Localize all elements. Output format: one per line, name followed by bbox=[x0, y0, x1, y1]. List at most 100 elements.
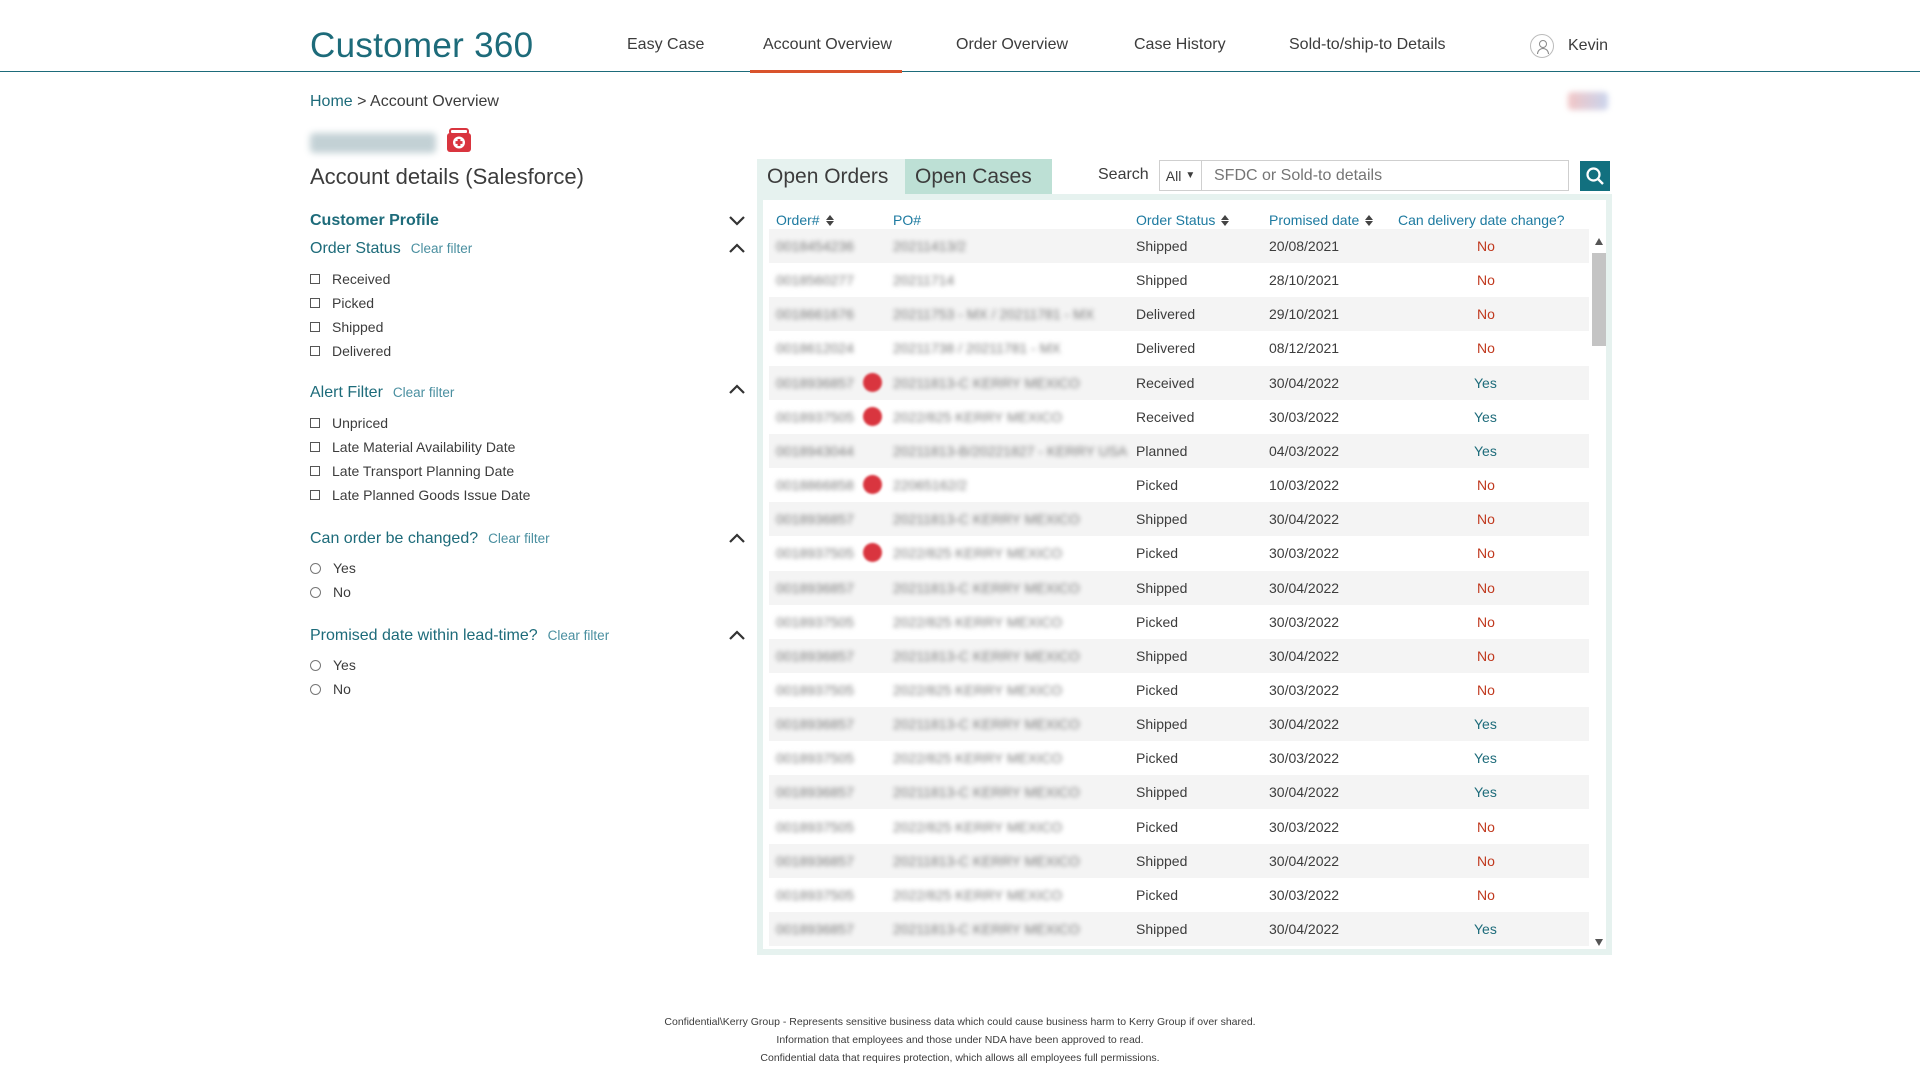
table-row[interactable]: 0018937505 2022/825 KERRY MEXICO Picked 30/… bbox=[769, 878, 1589, 912]
nav-account-overview[interactable]: Account Overview bbox=[750, 36, 902, 73]
breadcrumb-home[interactable]: Home bbox=[310, 93, 353, 110]
table-row[interactable]: 0018943044 20211813-B/20221827 - KERRY US… bbox=[769, 433, 1589, 468]
table-row[interactable]: 0018937505 2022/825 KERRY MEXICO Picked 30/… bbox=[769, 741, 1589, 775]
table-row[interactable]: 0018661676 20211753 - MX / 20211781 - MX D… bbox=[769, 297, 1589, 332]
search-button[interactable] bbox=[1580, 161, 1610, 191]
radio[interactable] bbox=[310, 586, 321, 598]
po-number-cell: 2022/825 KERRY MEXICO bbox=[893, 750, 1063, 767]
customer-profile-title[interactable]: Customer Profile bbox=[310, 212, 439, 230]
tab-open-cases[interactable]: Open Cases bbox=[905, 159, 1052, 194]
table-row[interactable]: 0018937505 2022/825 KERRY MEXICO Picked 30/… bbox=[769, 673, 1589, 707]
table-row[interactable]: 0018936857 20211813-C KERRY MEXICO Shipped… bbox=[769, 707, 1589, 742]
po-number-cell: 2022/825 KERRY MEXICO bbox=[893, 545, 1063, 562]
alert-option-unpriced[interactable]: Unpriced bbox=[310, 415, 388, 431]
table-row[interactable]: 0018936857 20211813-C KERRY MEXICO Shipped… bbox=[769, 502, 1589, 537]
order-number-cell: 0018937505 bbox=[776, 613, 854, 630]
first-aid-kit-icon[interactable] bbox=[446, 127, 472, 153]
nav-case-history[interactable]: Case History bbox=[1134, 36, 1226, 54]
table-scrollbar[interactable] bbox=[1592, 236, 1606, 949]
po-number-cell: 20211753 - MX / 20211781 - MX bbox=[893, 306, 1095, 323]
order-status-option-shipped[interactable]: Shipped bbox=[310, 319, 383, 335]
column-label: Promised date bbox=[1269, 212, 1360, 228]
checkbox[interactable] bbox=[310, 442, 320, 452]
user-icon bbox=[1530, 34, 1554, 58]
can-change-option-no[interactable]: No bbox=[310, 584, 351, 600]
table-row[interactable]: 0018937505 2022/825 KERRY MEXICO Picked 30/… bbox=[769, 810, 1589, 844]
table-row[interactable]: 0018937505 2022/825 KERRY MEXICO Received 3… bbox=[769, 400, 1589, 434]
user-menu[interactable]: Kevin bbox=[1530, 34, 1608, 58]
table-row[interactable]: 0018454236 20211413/2 Shipped 20/08/2021 No bbox=[769, 229, 1589, 263]
sort-icon[interactable] bbox=[1365, 214, 1374, 226]
chevron-up-icon[interactable] bbox=[727, 531, 747, 545]
order-status-cell: Shipped bbox=[1136, 511, 1188, 528]
checkbox[interactable] bbox=[310, 274, 320, 284]
nav-order-overview[interactable]: Order Overview bbox=[956, 36, 1068, 54]
tab-open-orders[interactable]: Open Orders bbox=[757, 159, 905, 194]
table-row[interactable]: 0018936857 20211813-C KERRY MEXICO Shipped… bbox=[769, 638, 1589, 673]
table-row[interactable]: 0018936857 20211813-C KERRY MEXICO Shipped… bbox=[769, 843, 1589, 878]
alert-icon[interactable] bbox=[863, 543, 882, 563]
alert-option-late-transport[interactable]: Late Transport Planning Date bbox=[310, 463, 514, 479]
table-row[interactable]: 0018936857 20211813-C KERRY MEXICO Shipped… bbox=[769, 912, 1589, 946]
account-details-title: Account details (Salesforce) bbox=[310, 164, 584, 189]
checkbox[interactable] bbox=[310, 298, 320, 308]
column-can-delivery-date-change[interactable]: Can delivery date change? bbox=[1398, 212, 1565, 228]
table-row[interactable]: 0018936857 20211813-C KERRY MEXICO Shipped… bbox=[769, 570, 1589, 605]
column-promised-date[interactable]: Promised date bbox=[1269, 212, 1374, 228]
promised-date-cell: 30/03/2022 bbox=[1269, 613, 1340, 630]
search-input[interactable] bbox=[1202, 166, 1562, 185]
radio[interactable] bbox=[310, 659, 321, 671]
checkbox[interactable] bbox=[310, 418, 320, 428]
scroll-up-arrow-icon[interactable] bbox=[1595, 238, 1603, 245]
alert-icon[interactable] bbox=[863, 406, 882, 426]
nav-sold-to-ship-to[interactable]: Sold-to/ship-to Details bbox=[1289, 36, 1446, 54]
chevron-up-icon[interactable] bbox=[727, 241, 747, 255]
lead-time-option-yes[interactable]: Yes bbox=[310, 657, 356, 673]
alert-icon[interactable] bbox=[863, 475, 882, 495]
option-label: Yes bbox=[333, 657, 356, 673]
order-status-option-delivered[interactable]: Delivered bbox=[310, 343, 391, 359]
search-scope-select[interactable]: All ▼ bbox=[1160, 161, 1202, 190]
order-number-cell: 0018943044 bbox=[776, 442, 854, 459]
open-orders-table: Order# PO# Order Status Promised date Ca… bbox=[757, 194, 1612, 955]
table-row[interactable]: 0018936857 20211813-C KERRY MEXICO Shipped… bbox=[769, 775, 1589, 810]
column-order-number[interactable]: Order# bbox=[776, 212, 834, 228]
table-row[interactable]: 0018936857 20211813-C KERRY MEXICO Receive… bbox=[769, 365, 1589, 400]
checkbox[interactable] bbox=[310, 466, 320, 476]
nav-easy-case[interactable]: Easy Case bbox=[627, 36, 704, 54]
can-change-clear-filter[interactable]: Clear filter bbox=[488, 531, 550, 546]
alert-icon[interactable] bbox=[863, 372, 882, 392]
alert-option-late-material[interactable]: Late Material Availability Date bbox=[310, 439, 515, 455]
alert-option-late-goods-issue[interactable]: Late Planned Goods Issue Date bbox=[310, 487, 530, 503]
radio[interactable] bbox=[310, 683, 321, 695]
alert-filter-clear-filter[interactable]: Clear filter bbox=[393, 385, 455, 400]
table-row[interactable]: 0018866858 22065162/2 Picked 10/03/2022 No bbox=[769, 468, 1589, 502]
order-number-cell: 0018937505 bbox=[776, 681, 854, 698]
table-row[interactable]: 0018560277 20211714 Shipped 28/10/2021 No bbox=[769, 263, 1589, 297]
order-status-option-picked[interactable]: Picked bbox=[310, 295, 374, 311]
table-row[interactable]: 0018937505 2022/825 KERRY MEXICO Picked 30/… bbox=[769, 605, 1589, 639]
can-change-option-yes[interactable]: Yes bbox=[310, 560, 356, 576]
order-status-option-received[interactable]: Received bbox=[310, 271, 390, 287]
order-status-clear-filter[interactable]: Clear filter bbox=[411, 241, 473, 256]
scroll-down-arrow-icon[interactable] bbox=[1595, 939, 1603, 946]
table-row[interactable]: 0018612024 20211738 / 20211781 - MX Delive… bbox=[769, 331, 1589, 365]
sort-icon[interactable] bbox=[825, 214, 834, 226]
lead-time-clear-filter[interactable]: Clear filter bbox=[548, 628, 610, 643]
brand-title[interactable]: Customer 360 bbox=[310, 26, 533, 66]
checkbox[interactable] bbox=[310, 322, 320, 332]
column-po-number[interactable]: PO# bbox=[893, 212, 921, 228]
checkbox[interactable] bbox=[310, 490, 320, 500]
scroll-thumb[interactable] bbox=[1592, 253, 1606, 346]
radio[interactable] bbox=[310, 562, 321, 574]
sort-icon[interactable] bbox=[1221, 214, 1230, 226]
chevron-up-icon[interactable] bbox=[727, 382, 747, 396]
order-number-cell: 0018937505 bbox=[776, 750, 854, 767]
table-row[interactable]: 0018937505 2022/825 KERRY MEXICO Picked 30/… bbox=[769, 536, 1589, 570]
chevron-down-icon[interactable] bbox=[727, 214, 747, 228]
lead-time-option-no[interactable]: No bbox=[310, 681, 351, 697]
chevron-up-icon[interactable] bbox=[727, 628, 747, 642]
checkbox[interactable] bbox=[310, 346, 320, 356]
column-order-status[interactable]: Order Status bbox=[1136, 212, 1230, 228]
search-box: All ▼ bbox=[1159, 160, 1569, 191]
